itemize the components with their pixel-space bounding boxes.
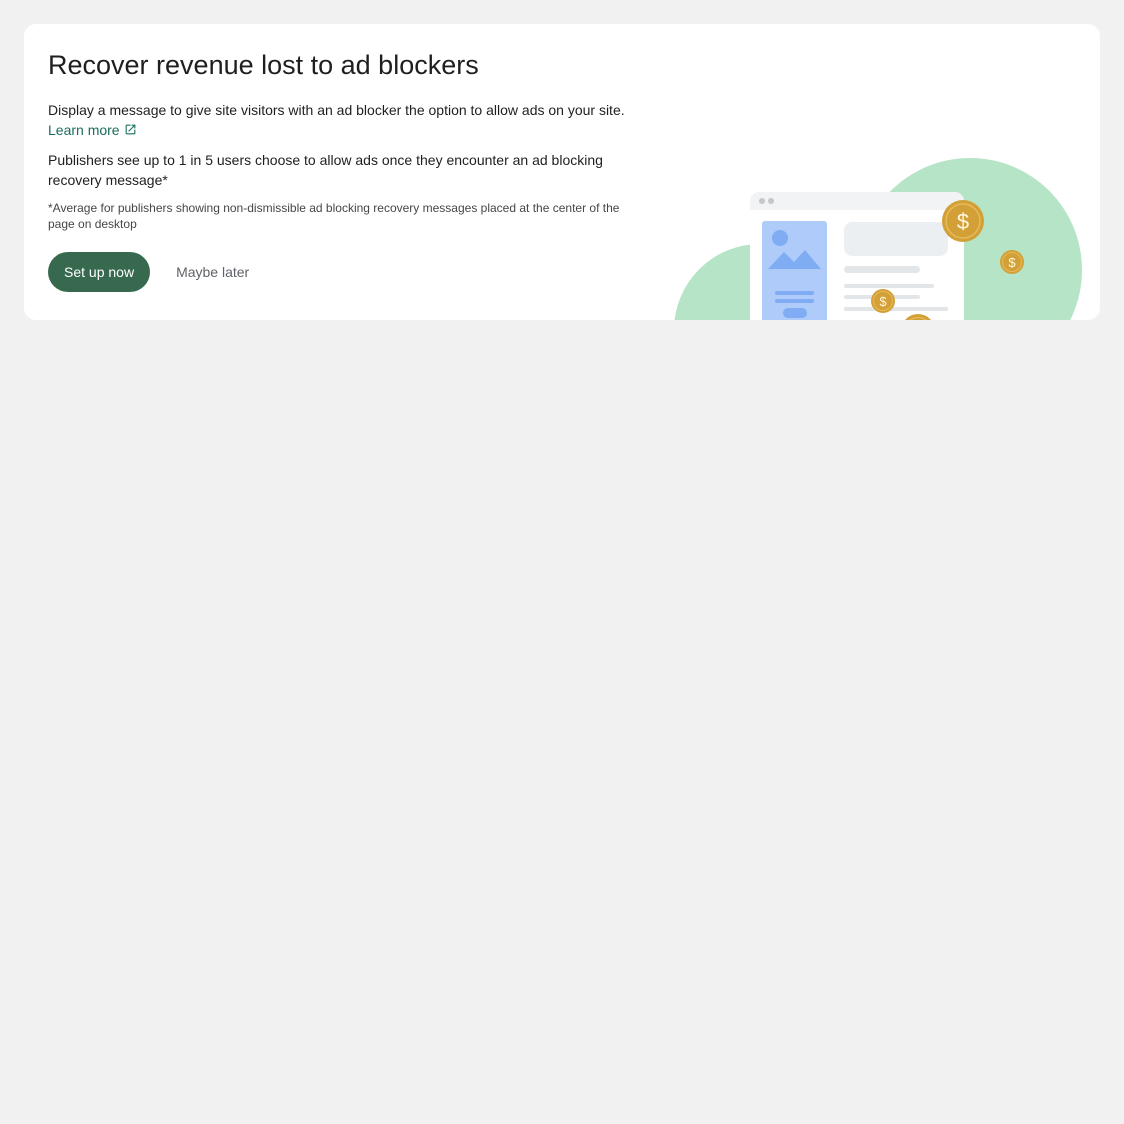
coin-small-left-symbol: $ <box>879 294 887 309</box>
maybe-later-button[interactable]: Maybe later <box>166 252 259 292</box>
description-text: Display a message to give site visitors … <box>48 102 625 118</box>
dollar-coin-icon: $ <box>942 200 984 242</box>
card-content: Recover revenue lost to ad blockers Disp… <box>48 48 638 292</box>
coin-large-symbol: $ <box>957 209 969 234</box>
browser-window-icon <box>750 192 964 320</box>
learn-more-label: Learn more <box>48 122 120 138</box>
learn-more-link[interactable]: Learn more <box>48 122 137 138</box>
card-title: Recover revenue lost to ad blockers <box>48 50 479 80</box>
coin-small-right-symbol: $ <box>1008 255 1016 270</box>
revenue-illustration: $ $ $ $ <box>674 158 1082 320</box>
card-description: Display a message to give site visitors … <box>48 100 638 140</box>
statistic-text: Publishers see up to 1 in 5 users choose… <box>48 152 603 188</box>
dollar-coin-icon: $ <box>871 289 895 313</box>
card-actions: Set up now Maybe later <box>48 252 638 292</box>
dollar-coin-icon: $ <box>1000 250 1024 274</box>
footnote-text: *Average for publishers showing non-dism… <box>48 201 620 231</box>
open-in-new-icon <box>125 124 135 135</box>
ad-blocking-recovery-card: Recover revenue lost to ad blockers Disp… <box>24 24 1100 320</box>
set-up-now-button[interactable]: Set up now <box>48 252 151 292</box>
